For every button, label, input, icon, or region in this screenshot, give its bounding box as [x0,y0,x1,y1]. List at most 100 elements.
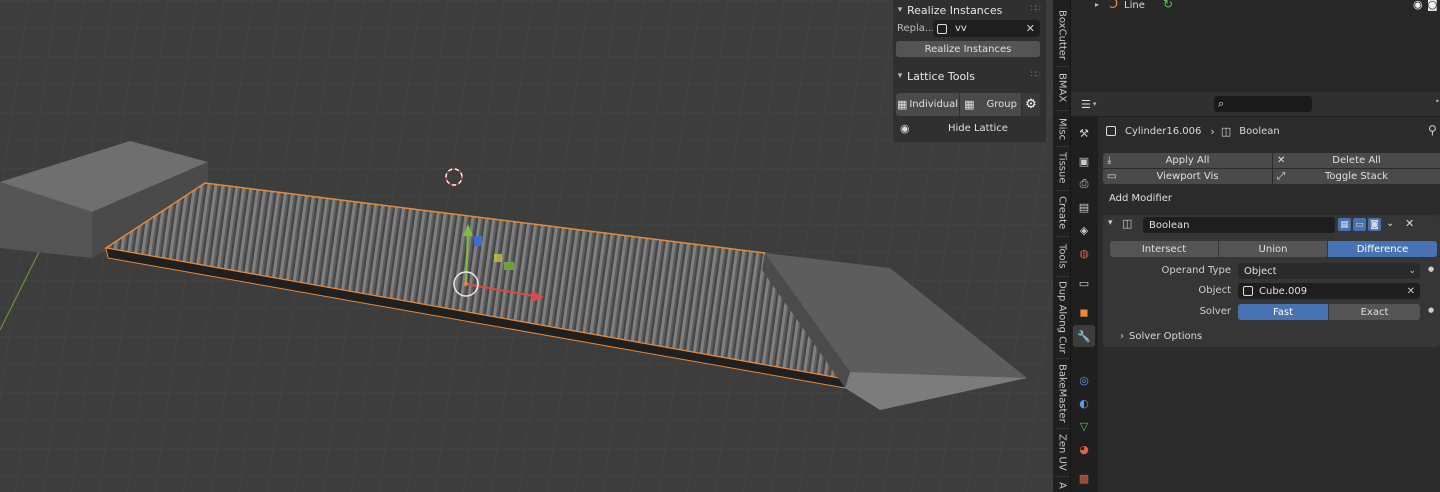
chevron-right-icon: › [1120,330,1124,342]
gear-icon: ⚙ [1025,97,1037,112]
tab-separator [1055,476,1069,477]
union-option[interactable]: Union [1219,241,1327,257]
outliner-item-line[interactable]: Line [1124,0,1145,11]
tab-a[interactable]: A [1053,478,1071,492]
tab-separator [1055,146,1069,147]
tab-separator [1055,276,1069,277]
render-tab-icon[interactable]: ▣ [1076,153,1092,169]
realize-instances-header[interactable]: ▾ Realize Instances ∷∷ [893,0,1046,20]
group-button[interactable]: ▦ Group [960,93,1021,116]
tab-separator [1055,358,1069,359]
apply-all-button[interactable]: ⤓ Apply All [1103,153,1272,168]
object-data-tab-icon[interactable]: ▽ [1076,418,1092,434]
solver-fast-option[interactable]: Fast [1238,304,1328,320]
object-label: Object [1198,285,1231,296]
properties-main: Cylinder16.006 › ◫ Boolean ⚲ ⤓ Apply All… [1098,117,1440,492]
solver-options-subpanel[interactable]: › Solver Options [1103,327,1440,345]
difference-option[interactable]: Difference [1328,241,1437,257]
search-icon: ⌕ [1218,97,1225,110]
physics-tab-icon[interactable]: ◐ [1076,395,1092,411]
tab-label: A [1056,481,1068,489]
tab-label: Zen UV [1056,433,1068,471]
object-icon [1243,286,1253,296]
clear-x-icon[interactable]: ✕ [1407,286,1415,297]
modifier-name-value: Boolean [1149,219,1190,231]
add-modifier-label: Add Modifier [1109,192,1172,204]
material-tab-icon[interactable]: ◕ [1076,441,1092,457]
replace-field[interactable]: vv ✕ [933,20,1040,37]
eye-icon[interactable]: ◉ [1413,0,1423,11]
realize-instances-title: Realize Instances [907,3,1003,17]
properties-header: ☰ ▾ ⌕ • [1071,92,1440,117]
tab-tools[interactable]: Tools [1053,238,1071,274]
tab-bakemaster[interactable]: BakeMaster [1053,361,1071,425]
viewport-vis-button[interactable]: ▭ Viewport Vis [1103,169,1272,184]
lattice-tools-header[interactable]: ▾ Lattice Tools ∷∷ [893,66,1046,86]
delete-all-button[interactable]: ✕ Delete All [1273,153,1440,168]
world-tab-icon[interactable]: ◍ [1076,245,1092,261]
breadcrumb-object: Cylinder16.006 [1125,125,1202,137]
add-modifier-dropdown[interactable]: Add Modifier [1103,189,1440,207]
tab-zen-uv[interactable]: Zen UV [1053,431,1071,473]
settings-gear-button[interactable]: ⚙ [1022,93,1040,116]
tab-create[interactable]: Create [1053,193,1071,233]
tab-misc[interactable]: Misc [1053,114,1071,144]
dot-icon: • [1435,97,1440,106]
clear-x-icon[interactable]: ✕ [1026,22,1035,35]
chevron-right-icon: › [1210,124,1215,138]
tab-tissue[interactable]: Tissue [1053,148,1071,188]
output-tab-icon[interactable]: ⎙ [1076,176,1092,192]
operand-type-value: Object [1244,265,1277,277]
solver-exact-option[interactable]: Exact [1329,304,1420,320]
object-icon [937,23,947,34]
keyframe-dot-icon[interactable]: ● [1428,306,1434,314]
chevron-down-icon: ▾ [897,71,903,81]
properties-search-input[interactable]: ⌕ [1214,96,1312,112]
tab-label: Misc [1056,117,1068,141]
chevron-down-icon: ▾ [897,5,903,15]
drag-grip-icon[interactable]: ∷∷ [1031,4,1042,14]
close-icon[interactable]: ✕ [1405,217,1414,230]
intersect-option[interactable]: Intersect [1110,241,1218,257]
replace-value: vv [955,23,967,34]
pin-icon[interactable]: ⚲ [1428,123,1437,137]
tool-tab-icon[interactable]: ⚒ [1076,125,1092,141]
editor-type-button[interactable]: ☰ ▾ [1081,97,1103,111]
modifier-name-input[interactable]: Boolean [1143,217,1335,233]
tab-bmax[interactable]: BMAX [1053,70,1071,106]
view-layer-tab-icon[interactable]: ▤ [1076,199,1092,215]
chevron-down-icon[interactable]: ▾ [1108,218,1113,228]
expand-arrow-icon[interactable]: ▸ [1095,0,1099,9]
tab-label: Tissue [1056,152,1068,184]
individual-button[interactable]: ▦ Individual [896,93,959,116]
operand-type-dropdown[interactable]: Object ⌄ [1238,263,1420,279]
object-tab-icon[interactable]: ◼ [1076,304,1092,320]
drag-grip-icon[interactable]: ∷∷ [1031,70,1042,80]
edit-mode-icon[interactable]: ▦ [1338,218,1351,231]
tab-label: Create [1056,196,1068,230]
collection-tab-icon[interactable]: ▭ [1076,275,1092,291]
solver-options-label: Solver Options [1129,330,1203,342]
object-field[interactable]: Cube.009 ✕ [1238,283,1420,299]
chevron-down-icon: ▾ [1092,100,1097,108]
eye-icon[interactable]: ◉ [900,122,910,135]
camera-icon[interactable]: ◙ [1368,218,1381,231]
keyframe-dot-icon[interactable]: ● [1428,265,1434,273]
monitor-icon[interactable]: ▭ [1353,218,1366,231]
tab-separator [1055,110,1069,111]
tab-separator [1055,428,1069,429]
camera-icon[interactable]: ◙ [1427,0,1438,11]
texture-tab-icon[interactable]: ▩ [1076,470,1092,486]
tab-dup-along-curve[interactable]: Dup Along Cur [1053,280,1071,354]
hide-lattice-button[interactable]: Hide Lattice [948,123,1008,134]
modifier-tab-icon[interactable]: 🔧 [1073,325,1095,347]
toggle-stack-button[interactable]: ⤢ Toggle Stack [1273,169,1440,184]
apply-all-label: Apply All [1165,155,1210,166]
tab-boxcutter[interactable]: BoxCutter [1053,6,1071,64]
modifier-icon: ◫ [1220,124,1232,138]
particles-tab-icon[interactable]: ◎ [1076,372,1092,388]
chevron-down-icon[interactable]: ⌄ [1386,218,1394,229]
scene-tab-icon[interactable]: ◈ [1076,222,1092,238]
realize-instances-button[interactable]: Realize Instances [896,41,1040,57]
curve-modifier-icon: ↻ [1163,0,1174,11]
